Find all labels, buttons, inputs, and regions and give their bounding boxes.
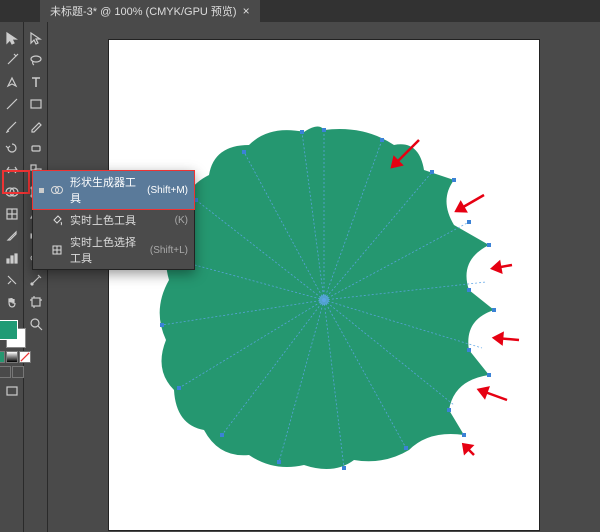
menu-item-shape-builder[interactable]: 形状生成器工具 (Shift+M) (33, 171, 194, 209)
menu-label: 实时上色工具 (70, 212, 169, 228)
fill-swatch[interactable] (0, 320, 18, 340)
draw-normal[interactable] (0, 366, 11, 378)
leaf-artwork (109, 40, 539, 530)
active-dot-icon (39, 188, 44, 193)
width-tool[interactable] (2, 160, 22, 180)
pen-tool[interactable] (2, 72, 22, 92)
line-tool[interactable] (2, 94, 22, 114)
shape-builder-tool[interactable] (2, 182, 22, 202)
menu-shortcut: (Shift+L) (150, 245, 188, 256)
menu-label: 实时上色选择工具 (70, 234, 144, 266)
zoom-tool[interactable] (26, 314, 46, 334)
draw-behind[interactable] (12, 366, 24, 378)
lasso-tool[interactable] (26, 50, 46, 70)
artboard[interactable] (109, 40, 539, 530)
paintbrush-tool[interactable] (2, 116, 22, 136)
gradient-mode[interactable] (6, 351, 18, 363)
hand-tool[interactable] (2, 292, 22, 312)
direct-selection-tool[interactable] (26, 28, 46, 48)
eyedropper-tool[interactable] (2, 226, 22, 246)
close-icon[interactable]: × (243, 4, 250, 18)
selection-tool[interactable] (2, 28, 22, 48)
document-tab[interactable]: 未标题-3* @ 100% (CMYK/GPU 预览) × (40, 0, 260, 22)
menu-item-live-paint[interactable]: 实时上色工具 (K) (33, 209, 194, 231)
color-mode[interactable] (0, 351, 5, 363)
menu-label: 形状生成器工具 (70, 174, 141, 206)
slice-tool[interactable] (2, 270, 22, 290)
toolbar-left (0, 22, 24, 532)
paint-select-icon (50, 243, 64, 257)
rotate-tool[interactable] (2, 138, 22, 158)
magic-wand-tool[interactable] (2, 50, 22, 70)
mesh-tool[interactable] (2, 204, 22, 224)
menu-shortcut: (Shift+M) (147, 185, 188, 196)
menu-item-live-paint-select[interactable]: 实时上色选择工具 (Shift+L) (33, 231, 194, 269)
fill-stroke-swatch[interactable] (0, 320, 26, 348)
rectangle-tool[interactable] (26, 94, 46, 114)
toolbar-left-2 (24, 22, 48, 532)
type-tool[interactable] (26, 72, 46, 92)
pencil-tool[interactable] (26, 116, 46, 136)
none-mode[interactable] (19, 351, 31, 363)
tab-title: 未标题-3* @ 100% (CMYK/GPU 预览) (50, 3, 237, 19)
menu-shortcut: (K) (175, 215, 188, 226)
artboard-tool[interactable] (26, 292, 46, 312)
column-graph-tool[interactable] (2, 248, 22, 268)
tool-flyout-menu: 形状生成器工具 (Shift+M) 实时上色工具 (K) 实时上色选择工具 (S… (32, 170, 195, 270)
shape-builder-icon (50, 183, 64, 197)
screen-mode[interactable] (2, 381, 22, 401)
symbol-sprayer-tool[interactable] (26, 270, 46, 290)
eraser-tool[interactable] (26, 138, 46, 158)
paint-bucket-icon (50, 213, 64, 227)
